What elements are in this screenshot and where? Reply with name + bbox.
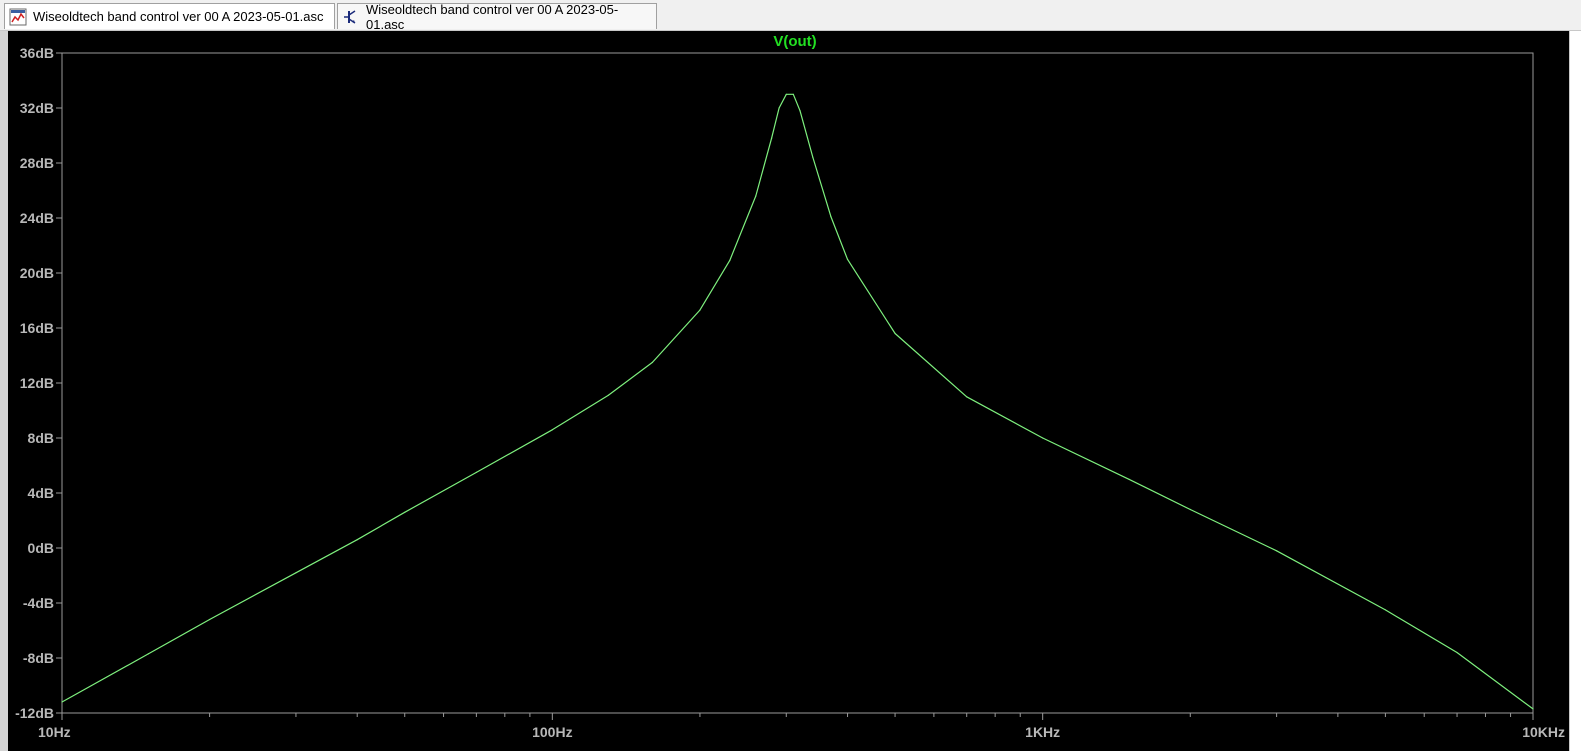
data-point <box>830 216 832 218</box>
data-point <box>1276 550 1278 552</box>
data-point <box>894 332 896 335</box>
data-point <box>475 471 477 473</box>
left-pane-edge <box>0 31 8 751</box>
x-tick-label: 10Hz <box>38 724 71 740</box>
data-point <box>1456 651 1458 654</box>
data-point <box>966 396 968 398</box>
y-tick-label: 12dB <box>20 375 54 391</box>
data-point <box>356 539 358 541</box>
data-point <box>771 137 773 139</box>
y-tick-label: 0dB <box>28 540 54 556</box>
y-tick-label: -8dB <box>23 650 54 666</box>
data-point <box>729 260 731 262</box>
data-point <box>61 701 63 703</box>
data-point <box>147 653 149 655</box>
tab-waveform-plot[interactable]: Wiseoldtech band control ver 00 A 2023-0… <box>4 3 335 29</box>
waveform-plot-icon <box>9 8 27 26</box>
data-point <box>1532 708 1534 710</box>
y-axis: 36dB 32dB 28dB 24dB 20dB 16dB 12dB 8dB 4dB 0dB -4d… <box>15 45 62 721</box>
schematic-icon <box>342 8 360 26</box>
data-point <box>295 572 297 574</box>
y-tick-label: 8dB <box>28 430 54 446</box>
tab-bar: Wiseoldtech band control ver 00 A 2023-0… <box>0 0 1581 32</box>
tab-schematic[interactable]: Wiseoldtech band control ver 00 A 2023-0… <box>337 1 657 32</box>
tab-label: Wiseoldtech band control ver 00 A 2023-0… <box>366 1 619 32</box>
data-point <box>799 110 801 112</box>
data-point <box>607 394 609 396</box>
data-point <box>792 93 794 95</box>
series-line-v-out <box>61 93 1534 710</box>
y-tick-label: 28dB <box>20 155 54 171</box>
plot-pane[interactable]: V(out) 36dB 32dB 28dB 24dB 20dB 16dB 12dB 8dB 4d… <box>8 31 1569 751</box>
y-tick-label: 36dB <box>20 45 54 61</box>
y-tick-label: 16dB <box>20 320 54 336</box>
chart-title: V(out) <box>773 33 816 50</box>
plot-area-frame <box>61 52 1534 714</box>
y-tick-label: 4dB <box>28 485 54 501</box>
data-point <box>404 511 406 513</box>
data-point <box>551 429 553 431</box>
data-point <box>1189 508 1191 511</box>
y-tick-label: -4dB <box>23 595 54 611</box>
y-tick-label: 32dB <box>20 100 54 116</box>
data-point <box>778 107 780 109</box>
data-point <box>209 618 211 621</box>
tab-label: Wiseoldtech band control ver 00 A 2023-0… <box>33 9 324 24</box>
data-point <box>812 156 814 159</box>
data-point <box>1128 478 1130 480</box>
data-point <box>699 309 701 311</box>
data-point <box>785 93 787 95</box>
x-tick-label: 1KHz <box>1025 724 1060 740</box>
y-tick-label: 20dB <box>20 265 54 281</box>
x-axis: 10Hz 100Hz 1KHz 10KHz <box>38 713 1565 740</box>
x-tick-label: 10KHz <box>1522 724 1565 740</box>
y-tick-label: -12dB <box>15 705 54 721</box>
trace-layer <box>61 93 1534 710</box>
data-point <box>1042 437 1044 439</box>
y-tick-label: 24dB <box>20 210 54 226</box>
data-point <box>1384 609 1386 611</box>
plot-canvas[interactable]: V(out) 36dB 32dB 28dB 24dB 20dB 16dB 12dB 8dB 4d… <box>8 31 1569 751</box>
x-tick-label: 100Hz <box>532 724 572 740</box>
right-pane-edge <box>1569 31 1581 751</box>
data-point <box>846 258 849 260</box>
data-point <box>651 361 654 363</box>
data-point <box>755 195 757 197</box>
